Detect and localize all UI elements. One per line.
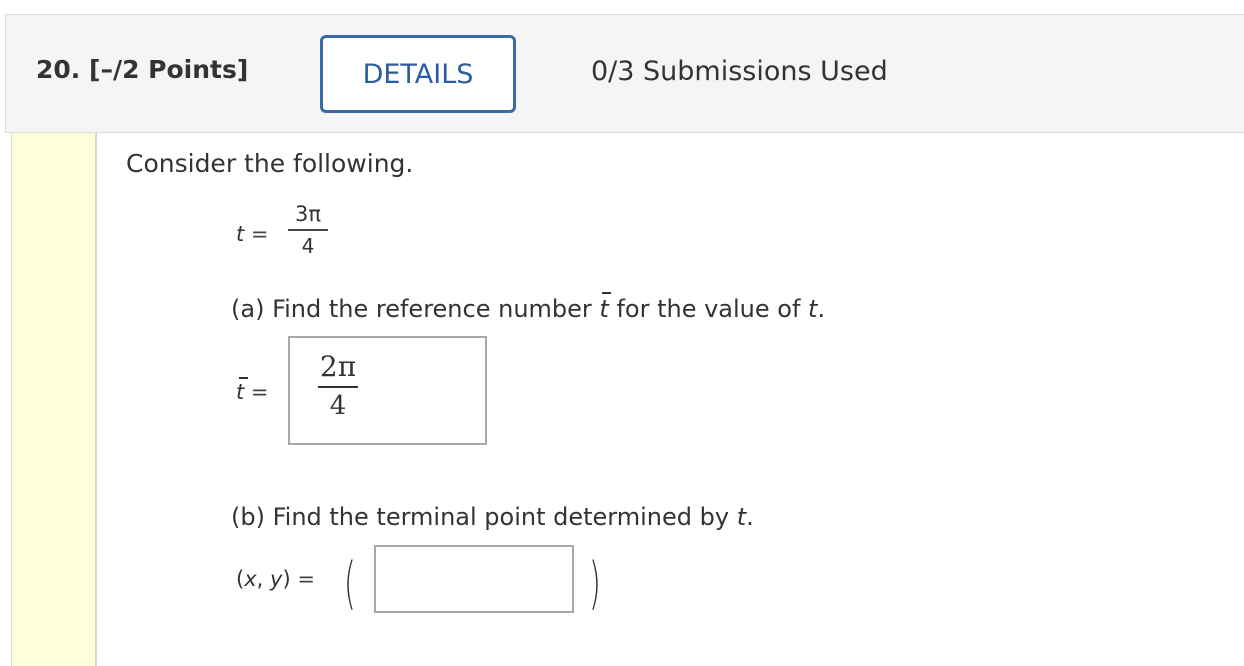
t-definition-lhs: t = [236,222,269,246]
t-fraction: 3π 4 [288,201,328,259]
equals-sign: = [250,380,269,404]
t-variable: t [236,222,245,246]
equals-sign: = [297,567,315,591]
comma: , [256,567,270,591]
part-a-prefix: (a) Find the reference number [231,295,600,323]
close-paren-large: ) [588,551,601,616]
t-numerator: 3π [294,202,321,226]
open-paren-lhs: ( [236,567,245,591]
part-b-question: (b) Find the terminal point determined b… [231,503,754,531]
t-variable: t [736,503,747,531]
t-denominator: 4 [301,234,315,258]
answer-a-box[interactable]: 2π 4 [288,336,487,445]
y-variable: y [270,567,283,591]
answer-a-lhs: t = [236,377,269,404]
part-a-question: (a) Find the reference number t for the … [231,292,826,323]
question-number: 20. [36,55,81,84]
points-label: [–/2 Points] [89,55,249,84]
answer-a-numerator: 2π [319,350,357,383]
answer-b-lhs: (x, y) = [236,567,315,591]
close-paren-lhs: ) [282,567,291,591]
question-number-points: 20. [–/2 Points] [36,55,248,84]
fraction-bar [288,229,328,231]
submissions-used: 0/3 Submissions Used [591,56,888,87]
question-header: 20. [–/2 Points] DETAILS 0/3 Submissions… [5,14,1244,133]
question-sidebar [11,133,97,666]
equals-sign: = [250,222,269,246]
answer-a-denominator: 4 [329,391,347,421]
problem-intro: Consider the following. [126,149,414,178]
x-variable: x [244,567,257,591]
details-button[interactable]: DETAILS [320,35,516,113]
part-b-suffix: . [746,503,754,531]
t-bar-symbol: t [599,292,612,323]
fraction-bar [318,386,358,388]
t-bar-symbol: t [236,377,249,404]
part-a-middle: for the value of [608,295,809,323]
answer-a-fraction: 2π 4 [318,350,358,422]
part-a-suffix: . [817,295,826,323]
open-paren-large: ( [343,551,356,616]
terminal-point-input[interactable] [374,545,574,613]
part-b-prefix: (b) Find the terminal point determined b… [231,503,737,531]
